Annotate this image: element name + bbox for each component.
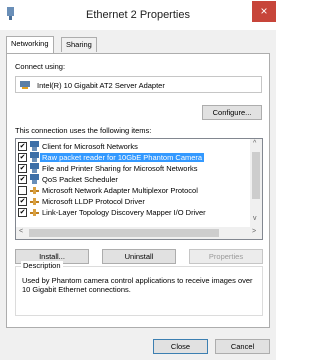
checkbox[interactable] xyxy=(18,186,27,195)
checkbox[interactable]: ✔ xyxy=(18,164,27,173)
close-button[interactable]: Close xyxy=(153,339,208,354)
protocol-icon xyxy=(30,198,39,205)
configure-button[interactable]: Configure... xyxy=(202,105,262,120)
scroll-up-icon[interactable]: ^ xyxy=(253,140,256,147)
close-window-button[interactable]: × xyxy=(252,1,276,22)
scroll-left-icon[interactable]: < xyxy=(19,228,23,235)
checkbox[interactable]: ✔ xyxy=(18,175,27,184)
horizontal-scrollbar[interactable]: < > xyxy=(16,227,262,239)
tab-sharing[interactable]: Sharing xyxy=(61,37,97,52)
description-group: Description Used by Phantom camera contr… xyxy=(15,261,263,316)
item-label: Link-Layer Topology Discovery Mapper I/O… xyxy=(42,208,206,217)
title-bar[interactable]: Ethernet 2 Properties × xyxy=(0,0,276,30)
checkbox[interactable]: ✔ xyxy=(18,142,27,151)
cancel-button[interactable]: Cancel xyxy=(215,339,270,354)
network-client-icon xyxy=(30,152,39,162)
connect-using-label: Connect using: xyxy=(15,62,66,71)
network-adapter-icon xyxy=(20,81,30,89)
network-client-icon xyxy=(30,141,39,151)
components-list[interactable]: ✔ Client for Microsoft Networks ✔ Raw pa… xyxy=(15,138,263,240)
properties-dialog: Ethernet 2 Properties × Networking Shari… xyxy=(0,0,276,360)
network-client-icon xyxy=(30,174,39,184)
adapter-field: Intel(R) 10 Gigabit AT2 Server Adapter xyxy=(15,76,262,93)
protocol-icon xyxy=(30,187,39,194)
tab-networking[interactable]: Networking xyxy=(6,36,54,53)
vertical-scrollbar[interactable]: ^ v xyxy=(250,139,262,227)
item-label: Client for Microsoft Networks xyxy=(42,142,138,151)
properties-button[interactable]: Properties xyxy=(189,249,263,264)
list-item[interactable]: ✔ QoS Packet Scheduler xyxy=(18,174,250,185)
item-label: Microsoft Network Adapter Multiplexor Pr… xyxy=(42,186,198,195)
networking-panel: Connect using: Intel(R) 10 Gigabit AT2 S… xyxy=(6,53,270,328)
item-label: File and Printer Sharing for Microsoft N… xyxy=(42,164,198,173)
description-legend: Description xyxy=(21,261,63,270)
item-label: QoS Packet Scheduler xyxy=(42,175,118,184)
list-item[interactable]: Microsoft Network Adapter Multiplexor Pr… xyxy=(18,185,250,196)
window-title: Ethernet 2 Properties xyxy=(86,9,190,21)
list-item[interactable]: ✔ Microsoft LLDP Protocol Driver xyxy=(18,196,250,207)
protocol-icon xyxy=(30,209,39,216)
scroll-down-icon[interactable]: v xyxy=(253,215,257,222)
tab-strip: Networking Sharing xyxy=(6,36,270,53)
uninstall-button[interactable]: Uninstall xyxy=(102,249,176,264)
items-label: This connection uses the following items… xyxy=(15,126,152,135)
item-label: Microsoft LLDP Protocol Driver xyxy=(42,197,145,206)
checkbox[interactable]: ✔ xyxy=(18,153,27,162)
list-item[interactable]: ✔ Link-Layer Topology Discovery Mapper I… xyxy=(18,207,250,218)
network-client-icon xyxy=(30,163,39,173)
list-item[interactable]: ✔ File and Printer Sharing for Microsoft… xyxy=(18,163,250,174)
scroll-thumb[interactable] xyxy=(29,229,219,237)
adapter-name: Intel(R) 10 Gigabit AT2 Server Adapter xyxy=(37,81,165,90)
description-text: Used by Phantom camera control applicati… xyxy=(22,276,253,294)
item-label: Raw packet reader for 10GbE Phantom Came… xyxy=(40,153,205,162)
list-item[interactable]: ✔ Client for Microsoft Networks xyxy=(18,141,250,152)
checkbox[interactable]: ✔ xyxy=(18,208,27,217)
list-item-selected[interactable]: ✔ Raw packet reader for 10GbE Phantom Ca… xyxy=(18,152,250,163)
scroll-thumb[interactable] xyxy=(252,152,260,199)
scroll-right-icon[interactable]: > xyxy=(252,228,256,235)
checkbox[interactable]: ✔ xyxy=(18,197,27,206)
